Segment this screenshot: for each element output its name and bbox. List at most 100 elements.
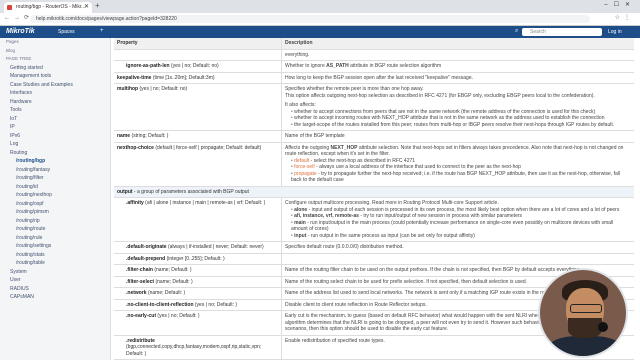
group-name: output xyxy=(117,188,133,195)
browser-tab[interactable]: routing/bgp - RouterOS - Mikr... ✕ xyxy=(4,2,92,13)
sidebar-item[interactable]: Getting started xyxy=(0,64,110,73)
table-row: ignore-as-path-len (yes | no; Default: n… xyxy=(114,61,634,73)
sidebar-item[interactable]: Log xyxy=(0,140,110,149)
address-bar: ←→⟳ help.mikrotik.com/docs/pages/viewpag… xyxy=(0,13,640,26)
option-keyword: alone xyxy=(294,206,308,213)
property-type: (name; Default: ) xyxy=(147,290,186,296)
property-name: keepalive-time xyxy=(117,74,152,81)
sidebar-item[interactable]: Hardware xyxy=(0,98,110,107)
table-row: everything. xyxy=(114,49,634,61)
sidebar-item[interactable]: /routing/id xyxy=(0,183,110,192)
close-tab-icon[interactable]: ✕ xyxy=(84,2,89,13)
property-type: (name; Default: ) xyxy=(154,267,192,273)
login-link[interactable]: Log in xyxy=(608,29,622,35)
option-keyword: default xyxy=(294,157,310,164)
option-text: - try to propagate further the next-hop … xyxy=(291,170,620,184)
window-controls[interactable]: –☐✕ xyxy=(604,1,636,8)
property-type: (yes | no; Default: ) xyxy=(157,313,200,319)
sidebar-item[interactable]: /routing/rip xyxy=(0,217,110,226)
sidebar-item[interactable]: /routing/stats xyxy=(0,251,110,260)
property-name: .filter-select xyxy=(126,278,155,285)
sidebar-item[interactable]: /routing/settings xyxy=(0,242,110,251)
mikrotik-logo[interactable]: MikroTik xyxy=(6,28,35,35)
sidebar-item[interactable]: Interfaces xyxy=(0,89,110,98)
option-text: - try to run input/output of new session… xyxy=(358,213,523,219)
sidebar-item[interactable]: /routing/table xyxy=(0,259,110,268)
sidebar-item[interactable]: IPv6 xyxy=(0,132,110,141)
row-description: How long to keep the BGP session open af… xyxy=(285,74,474,81)
sidebar-item[interactable]: IoT xyxy=(0,115,110,124)
table-row: .filter-chain (name; Default: ) Name of … xyxy=(114,265,634,277)
property-type: (yes | no; Default: no) xyxy=(171,63,219,69)
table-header: Property Description xyxy=(114,38,634,50)
create-icon[interactable]: + xyxy=(100,28,104,34)
sidebar-item[interactable]: /routing/ospf xyxy=(0,200,110,209)
sidebar-item[interactable]: Management tools xyxy=(0,72,110,81)
search-placeholder: Search xyxy=(530,29,546,35)
option-keyword: main xyxy=(294,219,306,226)
row-description: Specifies default route (0.0.0.0/0) dist… xyxy=(285,244,404,250)
sidebar-item[interactable]: /routing/bgp xyxy=(0,157,110,166)
option-text: - run output in the same process as inpu… xyxy=(306,232,475,239)
search-icon[interactable]: ⌕ xyxy=(515,28,518,35)
property-name: nexthop-choice xyxy=(117,144,154,151)
header-property: Property xyxy=(114,38,282,49)
sidebar-item[interactable]: User xyxy=(0,276,110,285)
property-name: .no-early-cut xyxy=(126,313,157,319)
presenter-shirt xyxy=(548,336,622,356)
property-type: (time [1s..20m]; Default:3m) xyxy=(152,74,215,81)
sidebar-item[interactable]: Routing xyxy=(0,149,110,158)
sidebar-item[interactable]: /routing/pimsm xyxy=(0,208,110,217)
browser-menu-icon[interactable]: ☆⋮ xyxy=(615,14,634,21)
desc-bullet: the target-scope of the routes installed… xyxy=(285,122,631,129)
property-type: (yes | no; Default: ) xyxy=(194,301,238,308)
property-name: .no-client-to-client-reflection xyxy=(126,301,194,308)
desc-bullet: propagate - try to propagate further the… xyxy=(285,171,631,184)
search-input[interactable]: Search xyxy=(522,28,602,36)
table-group-row: output - a group of parameters associate… xyxy=(114,186,634,198)
sidebar-item[interactable]: /routing/nexthop xyxy=(0,191,110,200)
webcam-overlay xyxy=(538,268,628,358)
property-type: (afi | alone | instance | main | remote-… xyxy=(145,200,266,206)
new-tab-icon[interactable]: + xyxy=(95,1,100,10)
sidebar-item[interactable]: /routing/route xyxy=(0,225,110,234)
desc-line: This option affects outgoing next-hop se… xyxy=(285,92,595,99)
sidebar-item[interactable]: IP xyxy=(0,123,110,132)
presenter-beard xyxy=(568,318,602,338)
sidebar-item[interactable]: /routing/rule xyxy=(0,234,110,243)
sidebar-item: Blog xyxy=(6,47,16,53)
desc-bullet: main - run input/output in the main proc… xyxy=(285,220,631,233)
sidebar-item[interactable]: /routing/filter xyxy=(0,174,110,183)
table-row: name (string; Default: ) Name of the BGP… xyxy=(114,131,634,143)
mikrotik-favicon-icon xyxy=(7,5,12,10)
property-name: multihop xyxy=(117,86,139,92)
desc-part: Affects the outgoing xyxy=(285,144,331,151)
spaces-menu[interactable]: Spaces xyxy=(58,29,75,35)
url-field[interactable]: help.mikrotik.com/docs/pages/viewpage.ac… xyxy=(30,15,590,23)
confluence-header: MikroTik Spaces + Search ⌕ Log in xyxy=(0,26,640,38)
sidebar-item[interactable]: /routing/fantasy xyxy=(0,166,110,175)
table-row: .default-originate (always | if-installe… xyxy=(114,242,634,254)
table-row: .default-prepend (integer [0..255]; Defa… xyxy=(114,253,634,265)
nav-buttons[interactable]: ←→⟳ xyxy=(4,14,33,21)
microphone-icon xyxy=(598,322,608,332)
table-row: nexthop-choice (default | force-self | p… xyxy=(114,142,634,187)
sidebar-item[interactable]: System xyxy=(0,268,110,277)
property-name: .affinity xyxy=(126,200,144,206)
table-row: multihop (yes | no; Default: no) Specifi… xyxy=(114,84,634,131)
sidebar-item[interactable]: CAPsMAN xyxy=(0,293,110,302)
property-type: (yes | no; Default: no) xyxy=(139,86,188,92)
sidebar-item[interactable]: Tools xyxy=(0,106,110,115)
property-name: name xyxy=(117,133,131,139)
sidebar-item[interactable]: Case Studies and Examples xyxy=(0,81,110,90)
option-text: - run input/output in the main process (… xyxy=(291,219,614,233)
sidebar-item[interactable]: RADIUS xyxy=(0,285,110,294)
property-type: (bgp,connected,copy,dhcp,fantasy,modem,o… xyxy=(126,344,262,357)
presenter-glasses xyxy=(570,304,602,313)
option-text: - input and output of each session is pr… xyxy=(307,206,620,213)
browser-tab-bar: routing/bgp - RouterOS - Mikr... ✕ + –☐✕ xyxy=(0,0,640,13)
property-type: (name; Default: ) xyxy=(155,278,193,285)
row-description xyxy=(282,254,634,265)
property-type: (string; Default: ) xyxy=(131,133,169,139)
property-name: .network xyxy=(126,290,147,296)
